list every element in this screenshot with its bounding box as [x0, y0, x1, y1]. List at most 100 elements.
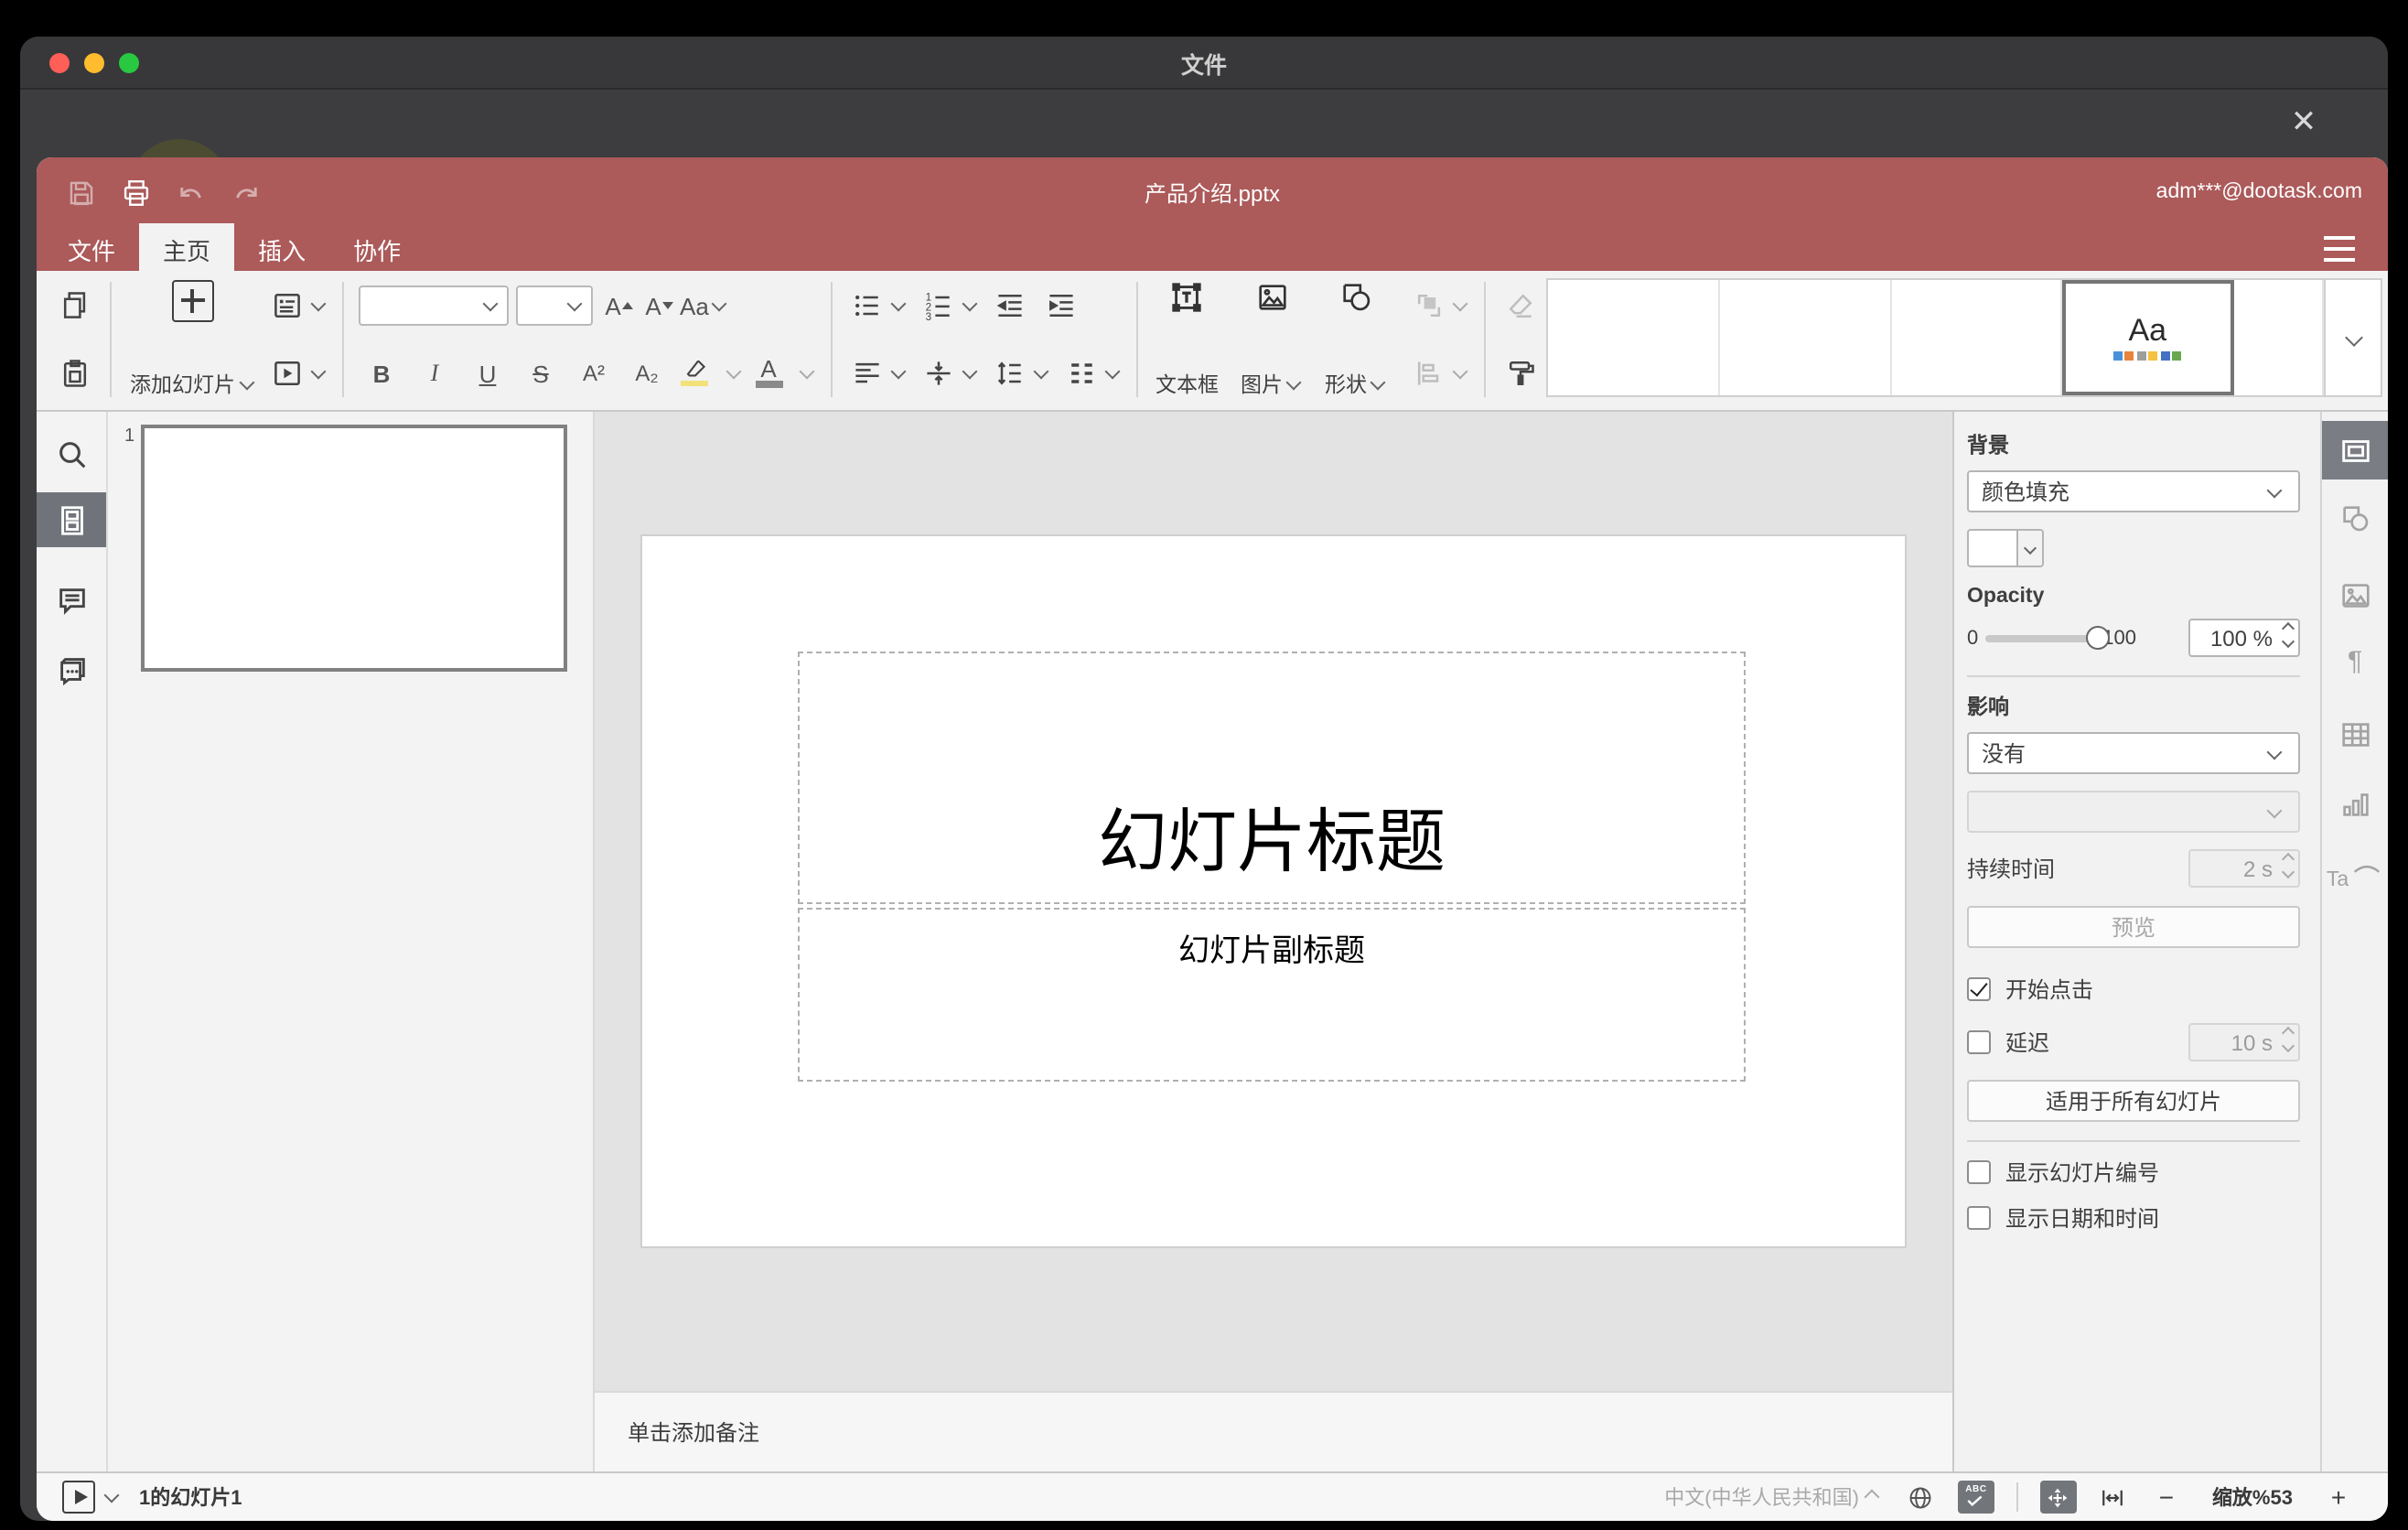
fit-slide-icon[interactable]: [2039, 1481, 2077, 1514]
zoom-out-icon[interactable]: −: [2154, 1482, 2179, 1512]
slide-layout-icon[interactable]: [266, 284, 306, 328]
effect-select[interactable]: 没有: [1967, 732, 2300, 774]
font-name-select[interactable]: [358, 286, 508, 326]
start-on-click-checkbox[interactable]: [1967, 977, 1991, 1001]
tab-insert[interactable]: 插入: [234, 223, 329, 275]
strikethrough-button[interactable]: S: [521, 351, 561, 395]
window-titlebar: 文件: [20, 37, 2388, 90]
opacity-spinner[interactable]: 100 %: [2188, 619, 2300, 657]
save-icon[interactable]: [62, 174, 99, 210]
notes-area[interactable]: 单击添加备注: [595, 1391, 1952, 1471]
subtitle-placeholder[interactable]: 幻灯片副标题: [798, 908, 1746, 1082]
line-spacing-icon[interactable]: [989, 351, 1029, 395]
window-title: 文件: [1180, 52, 1227, 78]
change-case-icon[interactable]: Aa: [680, 284, 729, 328]
theme-option[interactable]: [1891, 280, 2063, 395]
spellcheck-icon[interactable]: ABC: [1957, 1481, 1994, 1514]
theme-option[interactable]: [2234, 280, 2324, 395]
chart-settings-icon[interactable]: [2322, 774, 2388, 833]
increase-indent-icon[interactable]: [1040, 284, 1080, 328]
language-selector[interactable]: 中文(中华人民共和国): [1664, 1482, 1859, 1512]
minimize-traffic-light[interactable]: [84, 52, 104, 72]
right-icon-sidebar: ¶ Ta: [2322, 412, 2388, 1471]
thumbnail-number: 1: [124, 426, 135, 447]
decrease-indent-icon[interactable]: [989, 284, 1029, 328]
slide-subtitle-text: 幻灯片副标题: [1178, 933, 1365, 968]
align-objects-icon[interactable]: [1409, 351, 1449, 395]
slide-settings-icon[interactable]: [2322, 421, 2388, 479]
shape-settings-icon[interactable]: [2322, 489, 2388, 547]
fit-width-icon[interactable]: [2095, 1481, 2132, 1514]
status-bar: 1的幻灯片1 中文(中华人民共和国) ABC − 缩放%53 +: [37, 1471, 2388, 1521]
comments-icon[interactable]: [37, 573, 106, 628]
theme-option-selected[interactable]: Aa: [2063, 280, 2234, 395]
paint-roller-icon[interactable]: [1500, 351, 1541, 395]
paste-icon[interactable]: [55, 351, 95, 395]
numbered-list-icon[interactable]: 123: [918, 284, 958, 328]
increase-font-icon[interactable]: A: [599, 284, 640, 328]
underline-button[interactable]: U: [468, 351, 508, 395]
menu-icon[interactable]: [2324, 236, 2355, 262]
undo-icon[interactable]: [172, 174, 209, 210]
align-icon[interactable]: [846, 351, 887, 395]
theme-option[interactable]: [1720, 280, 1891, 395]
title-placeholder[interactable]: 幻灯片标题: [798, 652, 1746, 904]
start-slideshow-status-icon[interactable]: [62, 1481, 95, 1514]
text-box-button[interactable]: 文本框: [1148, 276, 1226, 403]
subscript-button[interactable]: A₂: [627, 351, 667, 395]
theme-gallery-expand-icon[interactable]: [2324, 280, 2381, 395]
image-settings-icon[interactable]: [2322, 566, 2388, 624]
close-icon[interactable]: ✕: [2285, 104, 2322, 141]
chat-icon[interactable]: [37, 641, 106, 695]
table-settings-icon[interactable]: [2322, 705, 2388, 763]
show-slide-number-checkbox[interactable]: [1967, 1160, 1991, 1184]
tab-home[interactable]: 主页: [139, 223, 235, 275]
slide[interactable]: 幻灯片标题 幻灯片副标题: [642, 536, 1905, 1246]
preview-button: 预览: [1967, 906, 2300, 948]
image-button[interactable]: 图片: [1226, 276, 1310, 403]
bullet-list-icon[interactable]: [846, 284, 887, 328]
print-icon[interactable]: [117, 174, 154, 210]
paragraph-settings-icon[interactable]: ¶: [2322, 631, 2388, 690]
stage: 文件 ✕ 产品介绍.pptx adm***@dootask.com 文件 主页 …: [0, 0, 2408, 1530]
decrease-font-icon[interactable]: A: [640, 284, 680, 328]
fill-color-dropdown-icon[interactable]: [2018, 529, 2044, 567]
slide-thumbnail[interactable]: [141, 425, 567, 672]
background-fill-select[interactable]: 颜色填充: [1967, 470, 2300, 512]
opacity-slider[interactable]: [1985, 625, 2111, 649]
show-slide-number-label: 显示幻灯片编号: [2005, 1160, 2160, 1186]
search-icon[interactable]: [37, 426, 106, 481]
globe-icon[interactable]: [1903, 1481, 1940, 1514]
bold-button[interactable]: B: [361, 351, 402, 395]
text-art-settings-icon[interactable]: Ta: [2322, 840, 2388, 899]
superscript-button[interactable]: A²: [574, 351, 614, 395]
opacity-min-label: 0: [1967, 627, 1979, 649]
close-traffic-light[interactable]: [49, 52, 70, 72]
eraser-icon[interactable]: [1500, 284, 1541, 328]
start-slideshow-icon[interactable]: [266, 351, 306, 395]
apply-to-all-slides-button[interactable]: 适用于所有幻灯片: [1967, 1080, 2300, 1122]
delay-checkbox[interactable]: [1967, 1030, 1991, 1054]
tab-file[interactable]: 文件: [44, 223, 139, 275]
slide-info: 1的幻灯片1: [139, 1488, 242, 1510]
zoom-traffic-light[interactable]: [119, 52, 139, 72]
font-size-select[interactable]: [515, 286, 592, 326]
add-slide-button[interactable]: 添加幻灯片: [123, 276, 263, 403]
shape-button[interactable]: 形状: [1310, 276, 1394, 403]
arrange-icon[interactable]: [1409, 284, 1449, 328]
zoom-in-icon[interactable]: +: [2326, 1482, 2351, 1512]
copy-icon[interactable]: [55, 284, 95, 328]
slides-panel-icon[interactable]: [37, 492, 106, 547]
svg-text:3: 3: [925, 311, 931, 322]
columns-icon[interactable]: [1060, 351, 1101, 395]
fill-color-swatch[interactable]: [1967, 529, 2018, 567]
redo-icon[interactable]: [227, 174, 263, 210]
tab-collaboration[interactable]: 协作: [329, 223, 425, 275]
add-slide-icon: [171, 280, 214, 322]
show-date-time-checkbox[interactable]: [1967, 1206, 1991, 1230]
highlight-color-button[interactable]: [680, 360, 709, 387]
vertical-align-icon[interactable]: [918, 351, 958, 395]
italic-button[interactable]: I: [414, 351, 455, 395]
theme-option[interactable]: [1548, 280, 1720, 395]
font-color-button[interactable]: A: [755, 358, 782, 388]
